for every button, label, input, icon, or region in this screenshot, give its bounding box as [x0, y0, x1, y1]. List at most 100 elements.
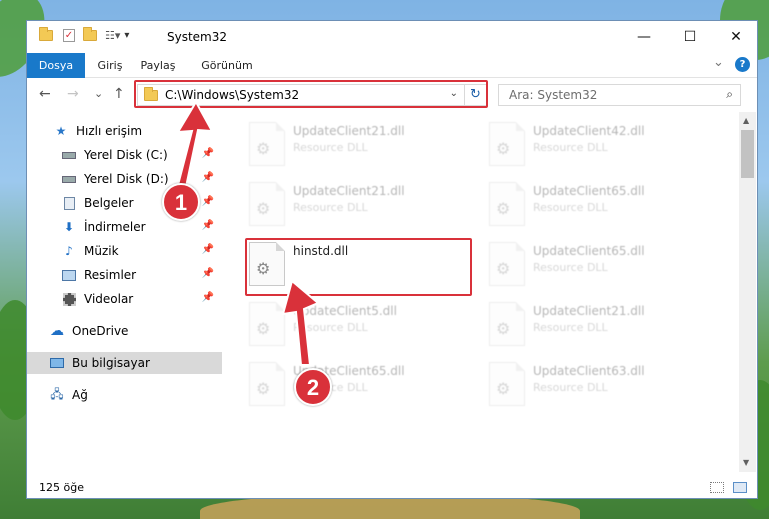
dll-file-icon: ⚙: [249, 362, 285, 406]
sidebar-item-label: Müzik: [84, 244, 119, 258]
sidebar-item-label: Hızlı erişim: [76, 124, 143, 138]
sidebar-item-videos[interactable]: Videolar 📌: [27, 288, 222, 310]
file-description: Resource DLL: [533, 261, 608, 274]
star-icon: ★: [55, 124, 67, 138]
videos-icon: [61, 292, 77, 306]
dll-file-icon: ⚙: [249, 122, 285, 166]
sidebar-item-label: Yerel Disk (D:): [84, 172, 169, 186]
search-input[interactable]: Ara: System32 ⌕: [498, 84, 741, 106]
sidebar-item-label: Resimler: [84, 268, 137, 282]
file-description: Resource DLL: [293, 141, 368, 154]
tab-home[interactable]: Giriş: [89, 53, 131, 78]
close-button[interactable]: ✕: [713, 21, 757, 53]
file-name: UpdateClient65.dll: [533, 184, 645, 198]
item-count: 125 öğe: [39, 481, 84, 494]
sidebar-item-pictures[interactable]: Resimler 📌: [27, 264, 222, 286]
file-item[interactable]: ⚙ UpdateClient65.dll Resource DLL: [245, 360, 475, 410]
properties-icon[interactable]: ✓: [63, 29, 75, 42]
step-2-badge: 2: [294, 368, 332, 406]
pin-icon[interactable]: 📌: [202, 196, 214, 207]
sidebar-item-local-disk-c[interactable]: Yerel Disk (C:) 📌: [27, 144, 222, 166]
pictures-icon: [61, 268, 77, 282]
gear-icon: ⚙: [496, 139, 511, 158]
file-description: Resource DLL: [533, 321, 608, 334]
file-item[interactable]: ⚙ UpdateClient42.dll Resource DLL: [485, 120, 715, 170]
up-arrow-icon[interactable]: ↑: [113, 86, 125, 102]
scroll-up-icon[interactable]: ▲: [743, 116, 749, 125]
gear-icon: ⚙: [256, 379, 271, 398]
sidebar-item-label: Belgeler: [84, 196, 134, 210]
pin-icon[interactable]: 📌: [202, 292, 214, 303]
file-name: UpdateClient63.dll: [533, 364, 645, 378]
file-highlight: [245, 238, 472, 296]
gear-icon: ⚙: [256, 139, 271, 158]
gear-icon: ⚙: [496, 199, 511, 218]
sidebar-item-label: İndirmeler: [84, 220, 146, 234]
gear-icon: ⚙: [256, 199, 271, 218]
details-view-icon[interactable]: [710, 482, 724, 493]
file-item[interactable]: ⚙ UpdateClient5.dll Resource DLL: [245, 300, 475, 350]
file-item[interactable]: ⚙ UpdateClient63.dll Resource DLL: [485, 360, 715, 410]
file-description: Resource DLL: [533, 141, 608, 154]
file-item[interactable]: ⚙ UpdateClient21.dll Resource DLL: [245, 180, 475, 230]
recent-locations-icon[interactable]: ⌄: [94, 87, 103, 100]
file-description: Resource DLL: [533, 381, 608, 394]
folder-icon: [39, 27, 53, 41]
sidebar-item-label: Ağ: [72, 388, 88, 402]
sidebar-item-downloads[interactable]: ⬇ İndirmeler 📌: [27, 216, 222, 238]
scrollbar-thumb[interactable]: [741, 130, 754, 178]
pin-icon[interactable]: 📌: [202, 268, 214, 279]
minimize-button[interactable]: —: [621, 21, 667, 53]
computer-icon: [49, 356, 65, 370]
expand-ribbon-icon[interactable]: ⌄: [713, 55, 724, 70]
search-icon[interactable]: ⌕: [726, 87, 733, 102]
customize-toolbar-icon[interactable]: ▾: [124, 30, 129, 41]
file-item[interactable]: ⚙ UpdateClient21.dll Resource DLL: [245, 120, 475, 170]
sidebar-item-label: Videolar: [84, 292, 134, 306]
large-icons-view-icon[interactable]: [733, 482, 747, 493]
search-placeholder: Ara: System32: [509, 88, 598, 102]
file-name: UpdateClient21.dll: [533, 304, 645, 318]
scroll-down-icon[interactable]: ▼: [743, 458, 749, 467]
sidebar-item-this-pc[interactable]: Bu bilgisayar: [27, 352, 222, 374]
vertical-scrollbar[interactable]: ▲ ▼: [739, 112, 756, 472]
file-item[interactable]: ⚙ UpdateClient65.dll Resource DLL: [485, 240, 715, 290]
sidebar-item-music[interactable]: ♪ Müzik 📌: [27, 240, 222, 262]
step-1-badge: 1: [162, 183, 200, 221]
file-name: UpdateClient42.dll: [533, 124, 645, 138]
dll-file-icon: ⚙: [249, 302, 285, 346]
dll-file-icon: ⚙: [489, 302, 525, 346]
sidebar-item-network[interactable]: 🖧 Ağ: [27, 384, 222, 406]
sidebar-item-onedrive[interactable]: ☁ OneDrive: [27, 320, 222, 342]
dll-file-icon: ⚙: [489, 362, 525, 406]
address-bar-highlight: [134, 80, 488, 108]
pin-icon[interactable]: 📌: [202, 244, 214, 255]
back-arrow-icon[interactable]: ←: [39, 86, 51, 102]
dll-file-icon: ⚙: [489, 242, 525, 286]
quick-access-toolbar: ✓ ☷▾ ▾: [39, 27, 129, 42]
file-item[interactable]: ⚙ UpdateClient65.dll Resource DLL: [485, 180, 715, 230]
file-name: UpdateClient21.dll: [293, 184, 405, 198]
sidebar-item-quick-access[interactable]: ★ Hızlı erişim: [27, 120, 222, 142]
dll-file-icon: ⚙: [249, 182, 285, 226]
new-folder-icon[interactable]: [83, 27, 97, 41]
help-icon[interactable]: ?: [735, 57, 750, 72]
forward-arrow-icon[interactable]: →: [67, 86, 79, 102]
music-icon: ♪: [65, 244, 73, 258]
maximize-button[interactable]: ☐: [667, 21, 713, 53]
gear-icon: ⚙: [256, 319, 271, 338]
gear-icon: ⚙: [496, 319, 511, 338]
documents-icon: [61, 196, 77, 210]
tab-view[interactable]: Görünüm: [195, 53, 259, 78]
drive-icon: [61, 148, 77, 162]
tab-share[interactable]: Paylaş: [133, 53, 183, 78]
dll-file-icon: ⚙: [489, 122, 525, 166]
file-item[interactable]: ⚙ UpdateClient21.dll Resource DLL: [485, 300, 715, 350]
view-options-icon[interactable]: ☷▾: [105, 29, 120, 42]
pin-icon[interactable]: 📌: [202, 148, 214, 159]
sidebar-item-label: Bu bilgisayar: [72, 356, 150, 370]
gear-icon: ⚙: [496, 259, 511, 278]
pin-icon[interactable]: 📌: [202, 172, 214, 183]
pin-icon[interactable]: 📌: [202, 220, 214, 231]
file-description: Resource DLL: [533, 201, 608, 214]
